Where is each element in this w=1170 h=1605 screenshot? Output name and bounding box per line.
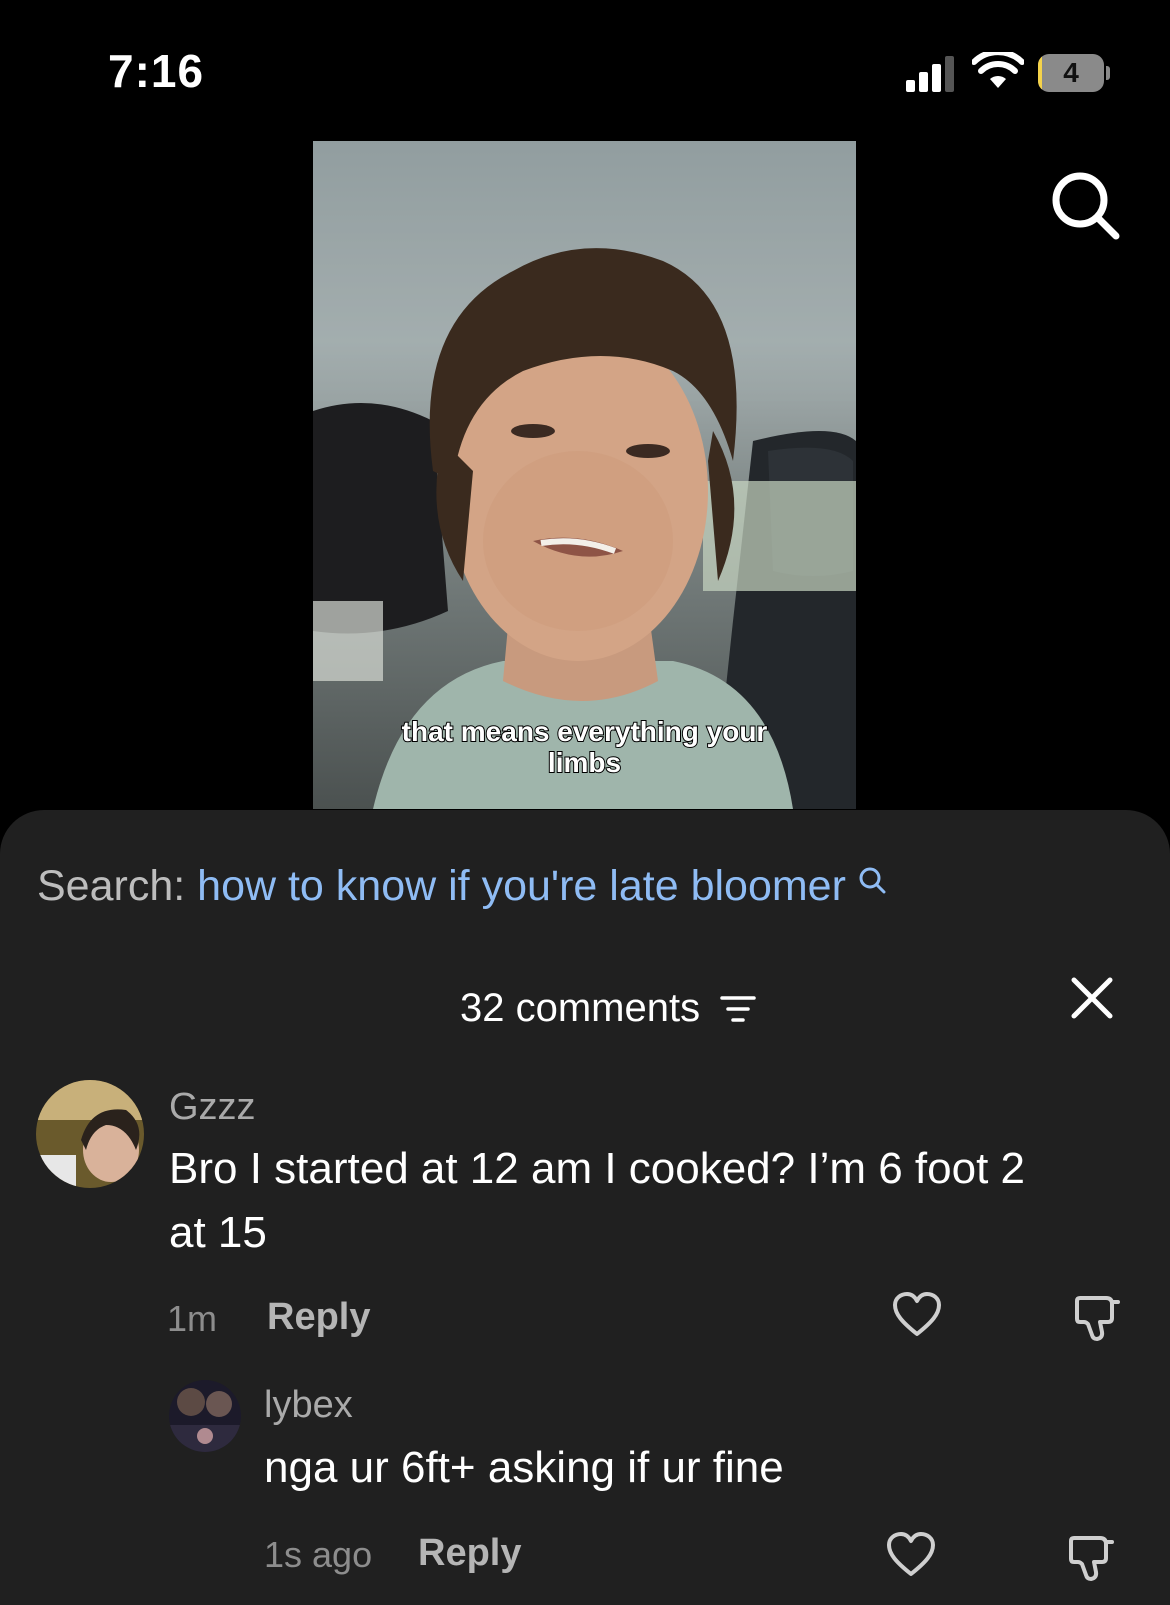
comment-text-line-1: Bro I started at 12 am I cooked? I’m 6 f… bbox=[169, 1144, 1026, 1193]
comment-count: 32 comments bbox=[460, 986, 701, 1030]
comment-text-line-2: at 15 bbox=[169, 1208, 267, 1257]
search-suggestion-icon bbox=[859, 867, 886, 894]
search-suggestion-query[interactable]: how to know if you're late bloomer bbox=[197, 862, 846, 910]
search-suggestion-label: Search: bbox=[37, 862, 186, 910]
reply-button[interactable]: Reply bbox=[267, 1296, 370, 1339]
video-player[interactable]: that means everything your limbs bbox=[313, 141, 856, 809]
clock: 7:16 bbox=[108, 45, 205, 97]
wifi-icon bbox=[972, 52, 1024, 88]
close-icon[interactable] bbox=[1070, 976, 1114, 1020]
battery-indicator: 4 bbox=[1038, 54, 1110, 92]
comment-username[interactable]: Gzzz bbox=[169, 1086, 256, 1129]
dislike-icon[interactable] bbox=[1072, 1292, 1122, 1342]
battery-body: 4 bbox=[1038, 54, 1104, 92]
caption-line-2: limbs bbox=[547, 746, 622, 779]
comments-sheet: Search: how to know if you're late bloom… bbox=[0, 810, 1170, 1605]
status-bar: 7:16 4 bbox=[0, 0, 1170, 130]
battery-level: 4 bbox=[1063, 57, 1079, 88]
reply-text: nga ur 6ft+ asking if ur fine bbox=[264, 1443, 784, 1492]
filter-icon[interactable] bbox=[720, 994, 756, 1024]
comment-timestamp: 1m bbox=[167, 1298, 218, 1339]
avatar-image bbox=[36, 1080, 144, 1188]
reply-to-reply-button[interactable]: Reply bbox=[418, 1532, 521, 1575]
battery-nub bbox=[1106, 66, 1110, 80]
reply-username[interactable]: lybex bbox=[264, 1384, 353, 1427]
reply-timestamp: 1s ago bbox=[264, 1534, 373, 1575]
reply-like-heart-icon[interactable] bbox=[886, 1532, 936, 1578]
comment-text: Bro I started at 12 am I cooked? I’m 6 f… bbox=[169, 1137, 1025, 1265]
reply-dislike-icon[interactable] bbox=[1066, 1532, 1116, 1582]
like-heart-icon[interactable] bbox=[892, 1292, 942, 1338]
search-suggestion[interactable]: Search: how to know if you're late bloom… bbox=[37, 862, 886, 911]
reply-avatar[interactable] bbox=[169, 1380, 241, 1452]
caption-line-1: that means everything your bbox=[401, 715, 769, 748]
comments-header: 32 comments bbox=[0, 970, 1170, 1042]
reply-avatar-image bbox=[169, 1380, 241, 1452]
video-caption: that means everything your limbs bbox=[313, 715, 856, 779]
cellular-signal-icon bbox=[906, 56, 954, 92]
video-frame-image bbox=[313, 141, 856, 809]
search-icon[interactable] bbox=[1050, 170, 1122, 242]
avatar[interactable] bbox=[36, 1080, 144, 1188]
